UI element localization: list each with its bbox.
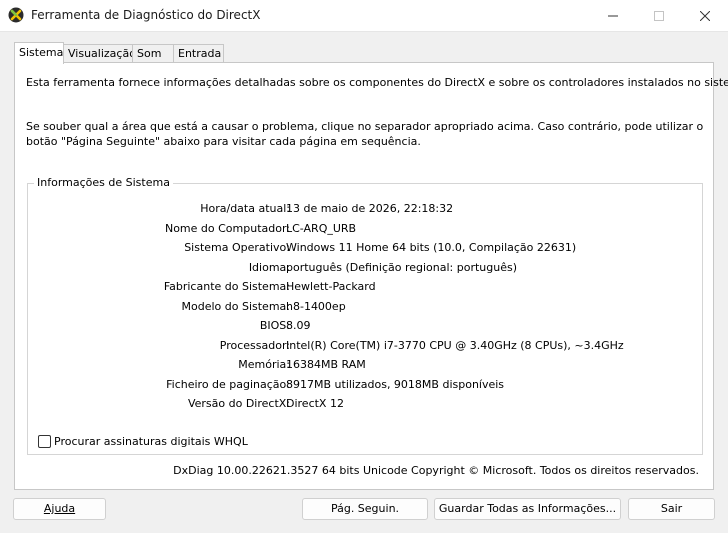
whql-checkbox-row[interactable]: Procurar assinaturas digitais WHQL [38, 434, 248, 448]
tab-label: Entrada [178, 47, 222, 60]
maximize-button [636, 0, 682, 32]
intro-text: Esta ferramenta fornece informações deta… [26, 76, 728, 89]
info-row-computer-name: Nome do Computador: LC-ARQ_URB [28, 222, 704, 241]
tab-label: Sistema [19, 46, 64, 59]
save-all-info-button[interactable]: Guardar Todas as Informações... [434, 498, 621, 520]
info-label: Versão do DirectX: [187, 397, 290, 410]
info-row-model: Modelo do Sistema: h8-1400ep [28, 300, 704, 319]
help-button[interactable]: Ajuda [13, 498, 106, 520]
info-label: Processador: [219, 338, 290, 352]
info-value: Intel(R) Core(TM) i7-3770 CPU @ 3.40GHz … [286, 338, 624, 352]
next-page-button[interactable]: Pág. Seguin. [302, 498, 428, 520]
info-value: Hewlett-Packard [286, 280, 376, 293]
info-label: Hora/data atual: [200, 202, 290, 215]
info-value: Windows 11 Home 64 bits (10.0, Compilaçã… [286, 241, 577, 254]
info-value: 8917MB utilizados, 9018MB disponíveis [286, 377, 505, 391]
window-title: Ferramenta de Diagnóstico do DirectX [31, 8, 261, 22]
tab-label: Som [137, 47, 162, 60]
system-info-group: Informações de Sistema Hora/data atual: … [27, 176, 704, 455]
info-row-directx-version: Versão do DirectX: DirectX 12 [28, 397, 704, 416]
tab-som[interactable]: Som [132, 44, 174, 63]
info-row-pagefile: Ficheiro de paginação: 8917MB utilizados… [28, 378, 704, 397]
group-title: Informações de Sistema [34, 176, 173, 189]
info-value: 16384MB RAM [286, 358, 366, 371]
info-row-memory: Memória: 16384MB RAM [28, 358, 704, 377]
info-label: Nome do Computador: [164, 221, 290, 235]
tab-entrada[interactable]: Entrada [173, 44, 224, 63]
info-value: DirectX 12 [286, 397, 344, 410]
info-row-os: Sistema Operativo: Windows 11 Home 64 bi… [28, 241, 704, 260]
info-label: Memória: [238, 358, 290, 371]
minimize-icon [608, 15, 618, 17]
title-bar[interactable]: Ferramenta de Diagnóstico do DirectX [0, 0, 728, 32]
info-row-processor: Processador: Intel(R) Core(TM) i7-3770 C… [28, 339, 704, 358]
save-all-info-button-label: Guardar Todas as Informações... [438, 502, 617, 515]
info-value: LC-ARQ_URB [286, 221, 357, 235]
info-value: h8-1400ep [286, 299, 346, 313]
info-value: 13 de maio de 2026, 22:18:32 [286, 202, 454, 215]
exit-button[interactable]: Sair [628, 498, 715, 520]
close-icon [700, 11, 710, 21]
info-label: Sistema Operativo: [184, 241, 290, 254]
info-row-manufacturer: Fabricante do Sistema: Hewlett-Packard [28, 280, 704, 299]
whql-checkbox-label[interactable]: Procurar assinaturas digitais WHQL [54, 435, 248, 448]
intro-instructions: Se souber qual a área que está a causar … [26, 120, 704, 148]
tab-sistema[interactable]: Sistema [14, 42, 64, 64]
close-button[interactable] [682, 0, 728, 32]
info-row-bios: BIOS: 8.09 [28, 319, 704, 338]
info-label: Idioma: [248, 260, 290, 274]
info-label: Modelo do Sistema: [181, 299, 290, 313]
info-label: Ficheiro de paginação: [166, 377, 290, 391]
minimize-button[interactable] [590, 0, 636, 32]
help-button-label: Ajuda [43, 502, 76, 515]
tab-label: Visualização [68, 47, 136, 60]
info-row-datetime: Hora/data atual: 13 de maio de 2026, 22:… [28, 202, 704, 221]
exit-button-label: Sair [660, 502, 683, 515]
whql-checkbox[interactable] [38, 434, 51, 448]
info-label: Fabricante do Sistema: [163, 280, 290, 293]
info-value: português (Definição regional: português… [286, 260, 518, 274]
info-row-language: Idioma: português (Definição regional: p… [28, 261, 704, 280]
system-tab-panel: Esta ferramenta fornece informações deta… [14, 62, 728, 490]
info-value: 8.09 [286, 319, 311, 332]
directx-icon [8, 7, 24, 23]
tab-visualizacao[interactable]: Visualização [63, 44, 136, 63]
next-page-button-label: Pág. Seguin. [330, 502, 400, 515]
maximize-icon [654, 11, 664, 21]
copyright-text: DxDiag 10.00.22621.3527 64 bits Unicode … [173, 464, 699, 477]
